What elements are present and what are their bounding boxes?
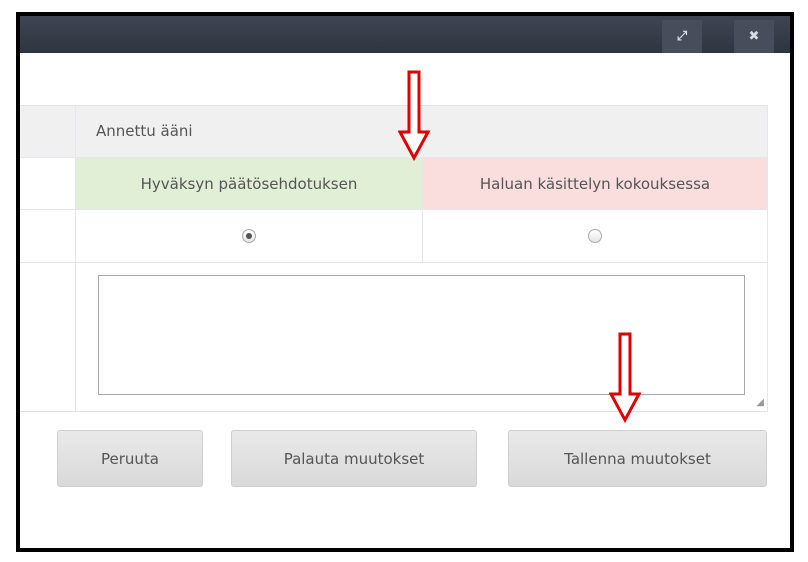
resize-grip-icon[interactable]: ◢ (756, 397, 764, 408)
save-changes-button[interactable]: Tallenna muutokset (508, 430, 767, 487)
cancel-button[interactable]: Peruuta (57, 430, 203, 487)
options-left-cell (20, 158, 76, 209)
comment-cell: ◢ (76, 263, 768, 411)
comment-textarea[interactable] (98, 275, 745, 395)
radio-accept[interactable] (242, 229, 256, 243)
down-arrow-annotation-icon (398, 70, 431, 162)
table-header-row: Annettu ääni (20, 106, 768, 158)
radio-discuss[interactable] (588, 229, 602, 243)
comment-left-cell (20, 263, 76, 411)
option-accept-label: Hyväksyn päätösehdotuksen (76, 158, 423, 209)
dialog-titlebar: ⤢ ✖ (20, 16, 790, 53)
radio-row (20, 210, 768, 263)
comment-row: ◢ (20, 263, 768, 411)
radio-cell-accept (76, 210, 423, 262)
radio-left-cell (20, 210, 76, 262)
down-arrow-annotation-icon (609, 332, 642, 424)
options-row: Hyväksyn päätösehdotuksen Haluan käsitte… (20, 158, 768, 210)
option-discuss-label: Haluan käsittelyn kokouksessa (423, 158, 768, 209)
reset-changes-button[interactable]: Palauta muutokset (231, 430, 477, 487)
maximize-icon[interactable]: ⤢ (662, 20, 702, 53)
close-icon[interactable]: ✖ (734, 20, 774, 53)
header-left-cell (20, 106, 76, 157)
radio-cell-discuss (423, 210, 768, 262)
vote-table: Annettu ääni Hyväksyn päätösehdotuksen H… (20, 105, 768, 412)
